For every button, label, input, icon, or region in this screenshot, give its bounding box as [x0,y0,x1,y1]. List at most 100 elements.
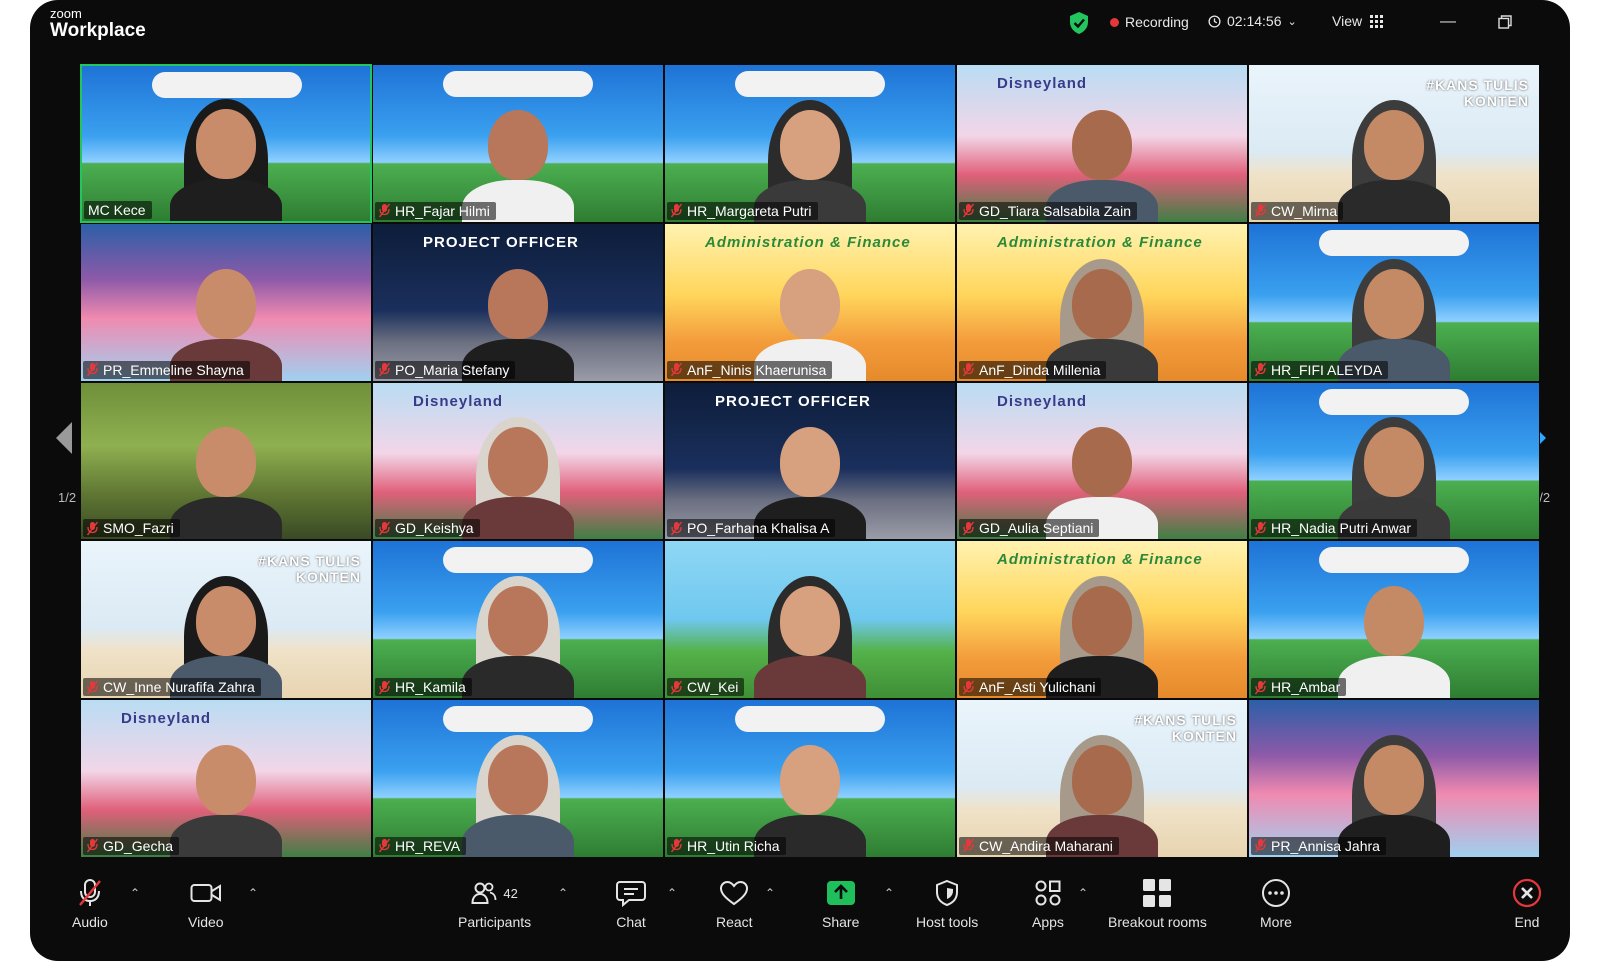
muted-mic-icon [1255,362,1266,377]
video-label: Video [188,914,224,930]
participant-name: AnF_Dinda Millenia [979,361,1101,378]
apps-options-caret-icon[interactable]: ⌃ [1078,886,1088,900]
view-button[interactable]: View [1332,13,1384,29]
muted-mic-icon [1255,203,1266,218]
grid-view-icon [1370,14,1384,28]
participant-name: PO_Farhana Khalisa A [687,520,830,537]
participant-video [166,409,286,540]
muted-mic-icon [379,203,390,218]
react-options-caret-icon[interactable]: ⌃ [765,886,775,900]
participant-tile[interactable]: Administration & Finance AnF_Ninis Khaeru… [664,222,956,382]
participant-name-label: HR_Margareta Putri [667,201,818,220]
participant-name: HR_Margareta Putri [687,202,812,219]
participant-tile[interactable]: #KANS TULIS KONTEN CW_Andira Maharani [956,699,1248,858]
participant-name-label: CW_Inne Nurafifa Zahra [83,678,261,697]
muted-mic-icon [379,362,390,377]
participant-tile[interactable]: HR_FIFI ALEYDA [1248,222,1540,382]
participant-tile[interactable]: HR_Margareta Putri [664,64,956,223]
chat-bubble-icon [616,881,646,907]
previous-page-arrow-icon[interactable] [54,420,74,456]
participant-name-label: CW_Kei [667,678,745,697]
participant-name-label: AnF_Dinda Millenia [959,360,1107,379]
participant-tile[interactable]: Disneyland GD_Keishya [372,381,664,541]
participant-tile[interactable]: #KANS TULIS KONTEN CW_Mirna [1248,64,1540,223]
participant-video [750,568,870,699]
timer-value: 02:14:56 [1227,13,1282,29]
chat-button[interactable]: Chat [616,876,646,930]
participant-tile[interactable]: HR_Utin Richa [664,699,956,858]
chevron-down-icon: ⌄ [1287,15,1297,28]
participant-name-label: GD_Tiara Salsabila Zain [959,201,1137,220]
encryption-shield-icon[interactable] [1068,11,1090,35]
participant-name-label: HR_Ambar [1251,678,1347,697]
participant-tile[interactable]: Disneyland GD_Aulia Septiani [956,381,1248,541]
chat-options-caret-icon[interactable]: ⌃ [667,886,677,900]
host-tools-button[interactable]: Host tools [916,876,978,930]
participant-name-label: PO_Maria Stefany [375,360,516,379]
participants-button[interactable]: 42 Participants [458,876,531,930]
breakout-rooms-button[interactable]: Breakout rooms [1108,876,1207,930]
participant-tile[interactable]: PROJECT OFFICER PO_Farhana Khalisa A [664,381,956,541]
participant-name-label: HR_Kamila [375,678,472,697]
participant-tile[interactable]: CW_Kei [664,540,956,700]
video-button[interactable]: Video [188,876,224,930]
background-banner-text: Disneyland [121,710,212,728]
apps-button[interactable]: Apps [1032,876,1064,930]
muted-mic-icon [963,362,974,377]
participant-name: GD_Keishya [395,520,474,537]
participant-tile[interactable]: HR_Ambar [1248,540,1540,700]
recording-indicator[interactable]: Recording [1110,14,1189,30]
participant-video [1334,92,1454,222]
participant-name: HR_Fajar Hilmi [395,202,490,219]
audio-button[interactable]: Audio [72,876,108,930]
restore-window-icon[interactable] [1492,10,1518,34]
video-options-caret-icon[interactable]: ⌃ [248,886,258,900]
zoom-window: zoom Workplace Recording 02:14:56 ⌄ View [30,0,1570,961]
minimize-icon[interactable]: — [1435,10,1461,34]
participant-tile[interactable]: HR_Fajar Hilmi [372,64,664,223]
participant-tile[interactable]: Administration & Finance AnF_Dinda Millen… [956,222,1248,382]
participant-name-label: AnF_Asti Yulichani [959,678,1102,697]
participant-video [166,727,286,857]
top-bar: zoom Workplace Recording 02:14:56 ⌄ View [30,0,1570,56]
muted-mic-icon [963,680,974,695]
muted-mic-icon [379,521,390,536]
participant-tile[interactable]: MC Kece [80,64,372,223]
react-button[interactable]: React [716,876,753,930]
participant-tile[interactable]: #KANS TULIS KONTEN CW_Inne Nurafifa Zahra [80,540,372,700]
participant-tile[interactable]: PROJECT OFFICER PO_Maria Stefany [372,222,664,382]
end-meeting-button[interactable]: End [1512,876,1542,930]
clock-icon [1208,14,1221,28]
participant-tile[interactable]: PR_Annisa Jahra [1248,699,1540,858]
participant-name: CW_Inne Nurafifa Zahra [103,679,255,696]
participant-name-label: CW_Andira Maharani [959,836,1119,855]
participant-name: PR_Emmeline Shayna [103,361,244,378]
participant-tile[interactable]: HR_REVA [372,699,664,858]
background-banner-text: Disneyland [997,392,1088,410]
participant-tile[interactable]: HR_Nadia Putri Anwar [1248,381,1540,541]
muted-mic-icon [379,839,390,853]
participant-tile[interactable]: SMO_Fazri [80,381,372,541]
participant-tile[interactable]: Disneyland GD_Gecha [80,699,372,858]
audio-options-caret-icon[interactable]: ⌃ [130,886,140,900]
meeting-timer[interactable]: 02:14:56 ⌄ [1208,13,1297,29]
participant-name-label: CW_Mirna [1251,201,1344,220]
video-camera-icon [190,884,221,902]
participant-name-label: HR_REVA [375,836,467,855]
muted-mic-icon [671,680,682,695]
participant-tile[interactable]: HR_Kamila [372,540,664,700]
muted-mic-icon [87,680,98,695]
participant-tile[interactable]: Administration & Finance AnF_Asti Yulicha… [956,540,1248,700]
participant-name: HR_FIFI ALEYDA [1271,361,1383,378]
recording-dot-icon [1110,17,1119,27]
share-options-caret-icon[interactable]: ⌃ [884,886,894,900]
participant-name: MC Kece [88,201,146,218]
participant-tile[interactable]: PR_Emmeline Shayna [80,222,372,382]
participant-tile[interactable]: Disneyland GD_Tiara Salsabila Zain [956,64,1248,223]
participant-name: HR_REVA [395,837,461,854]
participants-options-caret-icon[interactable]: ⌃ [558,886,568,900]
apps-icon [1035,880,1061,906]
more-button[interactable]: More [1260,876,1292,930]
muted-mic-icon [963,521,974,536]
share-button[interactable]: Share [822,876,859,930]
